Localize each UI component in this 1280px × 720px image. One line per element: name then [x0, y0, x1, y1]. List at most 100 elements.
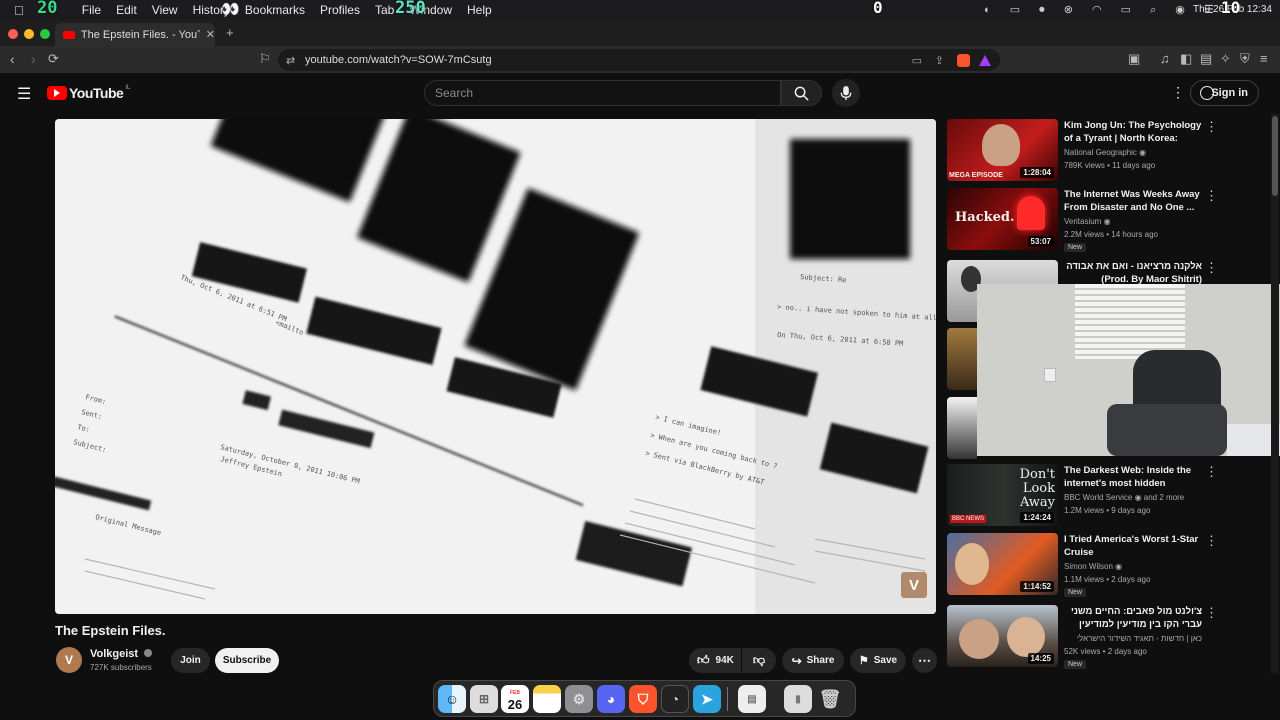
- video-thumbnail[interactable]: 1:14:52: [947, 533, 1058, 595]
- youtube-play-icon: [47, 86, 67, 100]
- video-thumbnail[interactable]: [947, 397, 977, 459]
- overlay-counter-zero: 0: [873, 0, 883, 17]
- menu-view[interactable]: View: [152, 3, 178, 17]
- launchpad-icon[interactable]: ⊞: [470, 685, 498, 713]
- menu-edit[interactable]: Edit: [116, 3, 137, 17]
- brave-rewards-icon[interactable]: [979, 54, 991, 66]
- channel-avatar[interactable]: V: [56, 647, 82, 673]
- browser-tab[interactable]: The Epstein Files. - YouTube ✕: [55, 23, 215, 46]
- channel-watermark[interactable]: V: [901, 572, 927, 598]
- channel-name[interactable]: Volkgeist: [90, 648, 153, 660]
- downloads-icon[interactable]: ▮: [784, 685, 812, 713]
- save-button[interactable]: ⚑ Save: [850, 648, 906, 673]
- subscribe-button[interactable]: Subscribe: [215, 648, 279, 673]
- recommendation-title[interactable]: I Tried America's Worst 1-Star Cruise: [1064, 533, 1202, 559]
- system-settings-icon[interactable]: ⚙: [565, 685, 593, 713]
- settings-dots-icon[interactable]: ⋮: [1171, 84, 1185, 101]
- share-page-icon[interactable]: ⇪: [935, 54, 944, 67]
- minimize-window-button[interactable]: [24, 29, 34, 39]
- reload-icon[interactable]: ⟳: [48, 51, 59, 67]
- video-thumbnail[interactable]: MEGA EPISODE 1:28:04: [947, 119, 1058, 181]
- more-options-icon[interactable]: ⋮: [1205, 533, 1218, 549]
- search-button[interactable]: [781, 80, 822, 106]
- more-options-icon[interactable]: ⋮: [1205, 188, 1218, 204]
- calendar-day: 26: [507, 697, 523, 712]
- close-window-button[interactable]: [8, 29, 18, 39]
- menu-bookmarks[interactable]: Bookmarks: [245, 3, 305, 17]
- page-scrollbar[interactable]: [1271, 114, 1279, 674]
- leo-ai-icon[interactable]: ✧: [1220, 51, 1231, 67]
- scrollbar-thumb[interactable]: [1272, 116, 1278, 196]
- more-options-icon[interactable]: ⋮: [1205, 260, 1218, 276]
- more-options-icon[interactable]: ⋮: [1205, 464, 1218, 480]
- notes-icon[interactable]: [533, 685, 561, 713]
- more-options-icon[interactable]: ⋮: [1205, 119, 1218, 135]
- trash-icon[interactable]: 🗑︎: [816, 685, 844, 713]
- search-input[interactable]: Search: [424, 80, 781, 106]
- mac-menu-bar:  File Edit View History Bookmarks Profi…: [0, 0, 1280, 20]
- vpn-icon[interactable]: ⛨: [1240, 51, 1250, 67]
- join-button[interactable]: Join: [171, 648, 210, 673]
- youtube-logo[interactable]: YouTube IL: [47, 85, 130, 101]
- calendar-icon[interactable]: FEB 26: [501, 685, 529, 713]
- recommendation-channel[interactable]: Simon Wilson ◉: [1064, 562, 1122, 571]
- video-thumbnail[interactable]: [947, 328, 977, 390]
- activity-monitor-icon[interactable]: ◔: [661, 685, 689, 713]
- zoom-window-button[interactable]: [40, 29, 50, 39]
- share-button[interactable]: ↪ Share: [782, 648, 844, 673]
- telegram-icon[interactable]: ➤: [693, 685, 721, 713]
- finder-icon[interactable]: ☺: [438, 685, 466, 713]
- recommendation-channel[interactable]: BBC World Service ◉ and 2 more: [1064, 493, 1184, 502]
- sidebar-toggle-icon[interactable]: ▣: [1128, 51, 1140, 67]
- new-badge: New: [1064, 588, 1087, 597]
- recommendation-channel[interactable]: National Geographic ◉: [1064, 148, 1146, 157]
- menu-tab[interactable]: Tab: [375, 3, 394, 17]
- recommendation-item[interactable]: Hacked. 53:07 The Internet Was Weeks Awa…: [947, 188, 1267, 252]
- back-icon[interactable]: ‹: [10, 51, 15, 67]
- recommendation-item[interactable]: MEGA EPISODE 1:28:04 Kim Jong Un: The Ps…: [947, 119, 1267, 183]
- apple-icon[interactable]: : [14, 3, 24, 18]
- overlay-counter-mid: 250: [395, 0, 426, 18]
- recommendation-title[interactable]: צ'ולנט מול פאבים: החיים משני עברי הקו בי…: [1064, 605, 1202, 632]
- recommendation-channel-name: Veritasium: [1064, 217, 1102, 226]
- recommendation-title[interactable]: The Darkest Web: Inside the internet's m…: [1064, 464, 1202, 491]
- like-button[interactable]: 👍︎ 94K: [689, 648, 741, 673]
- more-options-icon[interactable]: ⋮: [1205, 605, 1218, 621]
- recommendation-item[interactable]: Don't Look Away BBC NEWS 1:24:24 The Dar…: [947, 464, 1267, 528]
- menu-icon[interactable]: ≡: [1260, 51, 1268, 66]
- recommendation-title[interactable]: The Internet Was Weeks Away From Disaste…: [1064, 188, 1202, 214]
- video-thumbnail[interactable]: 14:25: [947, 605, 1058, 667]
- recommendation-title[interactable]: אלקנה מרציאנו - ואם את אבודה (Prod. By M…: [1064, 260, 1202, 286]
- media-icon[interactable]: ♫: [1160, 51, 1170, 66]
- microphone-icon: [840, 85, 852, 100]
- recommendation-title[interactable]: Kim Jong Un: The Psychology of a Tyrant …: [1064, 119, 1202, 146]
- menu-profiles[interactable]: Profiles: [320, 3, 360, 17]
- more-actions-button[interactable]: ⋯: [912, 648, 937, 673]
- document-icon[interactable]: ▤: [738, 685, 766, 713]
- recommendation-channel[interactable]: כאן | חדשות - תאגיד השידור הישראלי: [1064, 634, 1202, 643]
- discord-icon[interactable]: ◕: [597, 685, 625, 713]
- tab-close-icon[interactable]: ✕: [206, 28, 215, 41]
- brave-icon[interactable]: ⛉: [629, 685, 657, 713]
- address-bar[interactable]: ⇄ youtube.com/watch?v=SOW-7mCsutg ▭ ⇪: [278, 49, 1000, 71]
- bookmark-icon[interactable]: ⚐: [259, 51, 271, 67]
- site-info-icon[interactable]: ⇄: [286, 54, 295, 67]
- video-player[interactable]: Thu, Oct 6, 2011 at 6:51 PM <mailto Subj…: [55, 119, 936, 614]
- guide-menu-icon[interactable]: ☰: [17, 84, 31, 104]
- video-thumbnail[interactable]: Don't Look Away BBC NEWS 1:24:24: [947, 464, 1058, 526]
- sign-in-button[interactable]: Sign in: [1190, 80, 1259, 106]
- split-view-icon[interactable]: ◧: [1180, 51, 1192, 67]
- wallet-icon[interactable]: ▤: [1200, 51, 1212, 67]
- menu-help[interactable]: Help: [467, 3, 492, 17]
- recommendation-channel[interactable]: Veritasium ◉: [1064, 217, 1111, 226]
- voice-search-button[interactable]: [832, 79, 860, 107]
- recommendation-item[interactable]: 1:14:52 I Tried America's Worst 1-Star C…: [947, 533, 1267, 597]
- menu-file[interactable]: File: [82, 3, 101, 17]
- dislike-button[interactable]: 👎︎: [742, 648, 776, 673]
- cast-icon[interactable]: ▭: [912, 54, 922, 67]
- forward-icon[interactable]: ›: [31, 51, 36, 67]
- recommendation-item[interactable]: 14:25 צ'ולנט מול פאבים: החיים משני עברי …: [947, 605, 1267, 669]
- video-thumbnail[interactable]: Hacked. 53:07: [947, 188, 1058, 250]
- brave-shields-icon[interactable]: [957, 53, 970, 67]
- new-tab-button[interactable]: +: [226, 25, 234, 40]
